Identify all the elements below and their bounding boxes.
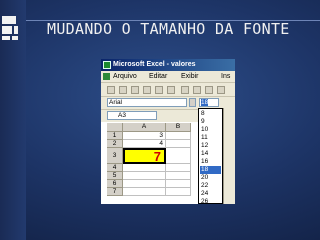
name-box[interactable]: A3 <box>107 111 157 120</box>
row-header[interactable]: 1 <box>107 132 123 140</box>
dropdown-scrollbar[interactable] <box>223 108 235 204</box>
decor-block <box>2 16 16 24</box>
size-option[interactable]: 9 <box>200 118 221 126</box>
window-title: Microsoft Excel - valores <box>113 61 196 68</box>
size-option[interactable]: 16 <box>200 158 221 166</box>
menu-exibir[interactable]: Exibir <box>181 73 199 80</box>
cell-b2[interactable] <box>166 140 191 148</box>
font-size-value: 18 <box>201 99 209 106</box>
new-icon[interactable] <box>107 86 115 94</box>
copy-icon[interactable] <box>193 86 201 94</box>
row-header[interactable]: 4 <box>107 164 123 172</box>
size-option[interactable]: 26 <box>200 198 221 203</box>
size-option[interactable]: 10 <box>200 126 221 134</box>
size-option[interactable]: 24 <box>200 190 221 198</box>
size-option[interactable]: 8 <box>200 110 221 118</box>
excel-app-icon <box>103 61 111 69</box>
size-option[interactable]: 22 <box>200 182 221 190</box>
slide-background: MUDANDO O TAMANHO DA FONTE Microsoft Exc… <box>0 0 320 240</box>
decor-block <box>14 26 18 34</box>
row-header[interactable]: 6 <box>107 180 123 188</box>
chevron-down-icon[interactable] <box>189 98 196 107</box>
cell-b6[interactable] <box>166 180 191 188</box>
paste-icon[interactable] <box>205 86 213 94</box>
cell-b4[interactable] <box>166 164 191 172</box>
size-option[interactable]: 11 <box>200 134 221 142</box>
size-option[interactable]: 12 <box>200 142 221 150</box>
font-size-box[interactable]: 18 <box>199 98 219 107</box>
excel-titlebar: Microsoft Excel - valores <box>101 59 235 71</box>
cell-a7[interactable] <box>123 188 166 196</box>
save-icon[interactable] <box>131 86 139 94</box>
cell-a1[interactable]: 3 <box>123 132 166 140</box>
cell-a5[interactable] <box>123 172 166 180</box>
decor-block <box>12 36 18 40</box>
cell-a2[interactable]: 4 <box>123 140 166 148</box>
cell-a4[interactable] <box>123 164 166 172</box>
menu-editar[interactable]: Editar <box>149 73 167 80</box>
font-size-dropdown[interactable]: 8 9 10 11 12 14 16 18 20 22 24 26 <box>198 108 223 204</box>
cell-a6[interactable] <box>123 180 166 188</box>
cell-a3[interactable]: 7 <box>123 148 166 164</box>
row-header[interactable]: 3 <box>107 148 123 164</box>
decor-block <box>2 26 12 34</box>
decor-block <box>2 36 10 40</box>
font-name-box[interactable]: Arial <box>107 98 187 107</box>
select-all-corner[interactable] <box>107 123 123 132</box>
cell-b7[interactable] <box>166 188 191 196</box>
row-header[interactable]: 2 <box>107 140 123 148</box>
cell-b3[interactable] <box>166 148 191 164</box>
size-option[interactable]: 14 <box>200 150 221 158</box>
cell-b1[interactable] <box>166 132 191 140</box>
cut-icon[interactable] <box>181 86 189 94</box>
open-icon[interactable] <box>119 86 127 94</box>
row-header[interactable]: 5 <box>107 172 123 180</box>
excel-screenshot: Microsoft Excel - valores Arquivo Editar… <box>101 59 235 204</box>
preview-icon[interactable] <box>155 86 163 94</box>
cell-b5[interactable] <box>166 172 191 180</box>
menu-arquivo[interactable]: Arquivo <box>113 73 137 80</box>
slide-title: MUDANDO O TAMANHO DA FONTE <box>47 20 290 38</box>
workbook-icon <box>103 73 110 80</box>
column-header-b[interactable]: B <box>166 123 191 132</box>
column-header-a[interactable]: A <box>123 123 166 132</box>
spelling-icon[interactable] <box>167 86 175 94</box>
menu-inserir[interactable]: Ins <box>221 73 230 80</box>
format-painter-icon[interactable] <box>217 86 225 94</box>
print-icon[interactable] <box>143 86 151 94</box>
size-option-selected[interactable]: 18 <box>200 166 221 174</box>
size-option[interactable]: 20 <box>200 174 221 182</box>
row-header[interactable]: 7 <box>107 188 123 196</box>
